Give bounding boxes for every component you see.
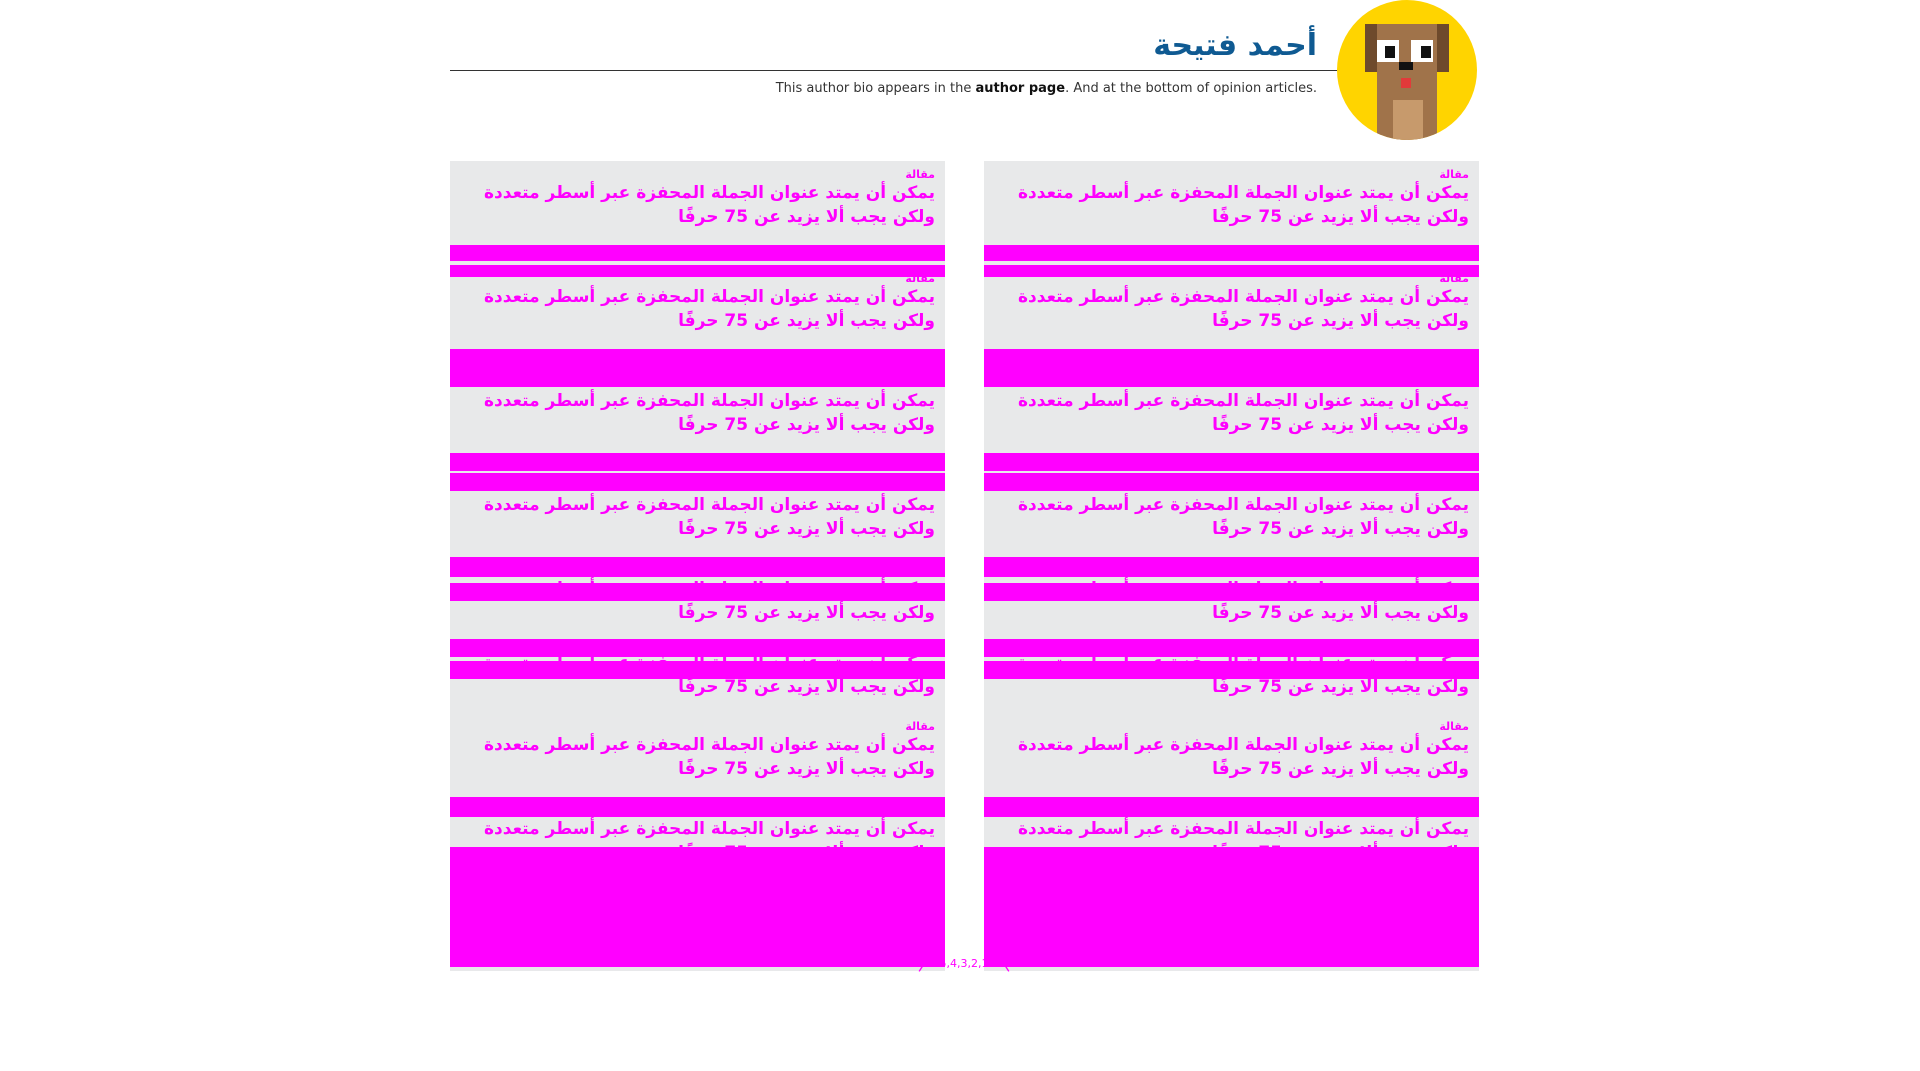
image-placeholder-bar [984, 349, 1479, 369]
article-kicker: مقالة [1439, 480, 1469, 493]
image-placeholder-bar [450, 583, 945, 601]
chevron-left-icon[interactable]: 〈 [991, 953, 1011, 973]
image-placeholder-bar [984, 583, 1479, 601]
image-placeholder-bar [984, 639, 1479, 657]
article-headline[interactable]: يمكن أن يمتد عنوان الجملة المحفزة عبر أس… [1009, 285, 1469, 333]
article-headline[interactable]: يمكن أن يمتد عنوان الجملة المحفزة عبر أس… [475, 181, 935, 229]
article-kicker: مقالة [1439, 804, 1469, 817]
article-kicker: مقالة [905, 168, 935, 181]
article-headline[interactable]: يمكن أن يمتد عنوان الجملة المحفزة عبر أس… [1009, 493, 1469, 541]
article-kicker: مقالة [1439, 272, 1469, 285]
author-bio-link[interactable]: author page [975, 81, 1065, 96]
pixel-dog-avatar-icon [1365, 24, 1449, 140]
article-kicker: مقالة [1439, 564, 1469, 577]
image-placeholder-bar [450, 639, 945, 657]
article-kicker: مقالة [905, 376, 935, 389]
article-kicker: مقالة [905, 272, 935, 285]
author-avatar[interactable] [1337, 0, 1477, 140]
image-placeholder-bar [984, 661, 1479, 679]
image-placeholder-bar [450, 453, 945, 471]
article-kicker: مقالة [905, 564, 935, 577]
article-headline[interactable]: يمكن أن يمتد عنوان الجملة المحفزة عبر أس… [475, 493, 935, 541]
article-headline[interactable]: يمكن أن يمتد عنوان الجملة المحفزة عبر أس… [475, 733, 935, 781]
article-headline[interactable]: يمكن أن يمتد عنوان الجملة المحفزة عبر أس… [475, 389, 935, 437]
image-placeholder-bar [450, 245, 945, 261]
image-placeholder-bar [984, 847, 1479, 967]
pagination: 〉 5,4,3,2,1 〈 [918, 950, 1011, 976]
author-bio: This author bio appears in the author pa… [776, 81, 1317, 96]
chevron-right-icon[interactable]: 〉 [918, 953, 938, 973]
article-kicker: مقالة [1439, 376, 1469, 389]
image-placeholder-bar [984, 453, 1479, 471]
articles-column-right: مقالة يمكن أن يمتد عنوان الجملة المحفزة ع… [984, 161, 1479, 971]
article-kicker: مقالة [1439, 720, 1469, 733]
articles-column-left: مقالة يمكن أن يمتد عنوان الجملة المحفزة ع… [450, 161, 945, 971]
article-headline[interactable]: يمكن أن يمتد عنوان الجملة المحفزة عبر أس… [1009, 389, 1469, 437]
article-kicker: مقالة [1439, 168, 1469, 181]
image-placeholder-bar [450, 847, 945, 967]
image-placeholder-bar [450, 661, 945, 679]
article-kicker: مقالة [905, 480, 935, 493]
pagination-pages[interactable]: 5,4,3,2,1 [940, 957, 989, 970]
image-placeholder-bar [984, 245, 1479, 261]
article-headline[interactable]: يمكن أن يمتد عنوان الجملة المحفزة عبر أس… [1009, 733, 1469, 781]
author-bio-prefix: This author bio appears in the [775, 81, 976, 96]
author-name: أحمد فتيحة [1153, 28, 1317, 63]
article-kicker: مقالة [905, 804, 935, 817]
article-headline[interactable]: يمكن أن يمتد عنوان الجملة المحفزة عبر أس… [475, 285, 935, 333]
image-placeholder-bar [450, 349, 945, 369]
article-headline[interactable]: يمكن أن يمتد عنوان الجملة المحفزة عبر أس… [1009, 181, 1469, 229]
article-kicker: مقالة [905, 720, 935, 733]
author-bio-suffix: . And at the bottom of opinion articles. [1065, 81, 1317, 96]
header-divider [450, 70, 1337, 71]
